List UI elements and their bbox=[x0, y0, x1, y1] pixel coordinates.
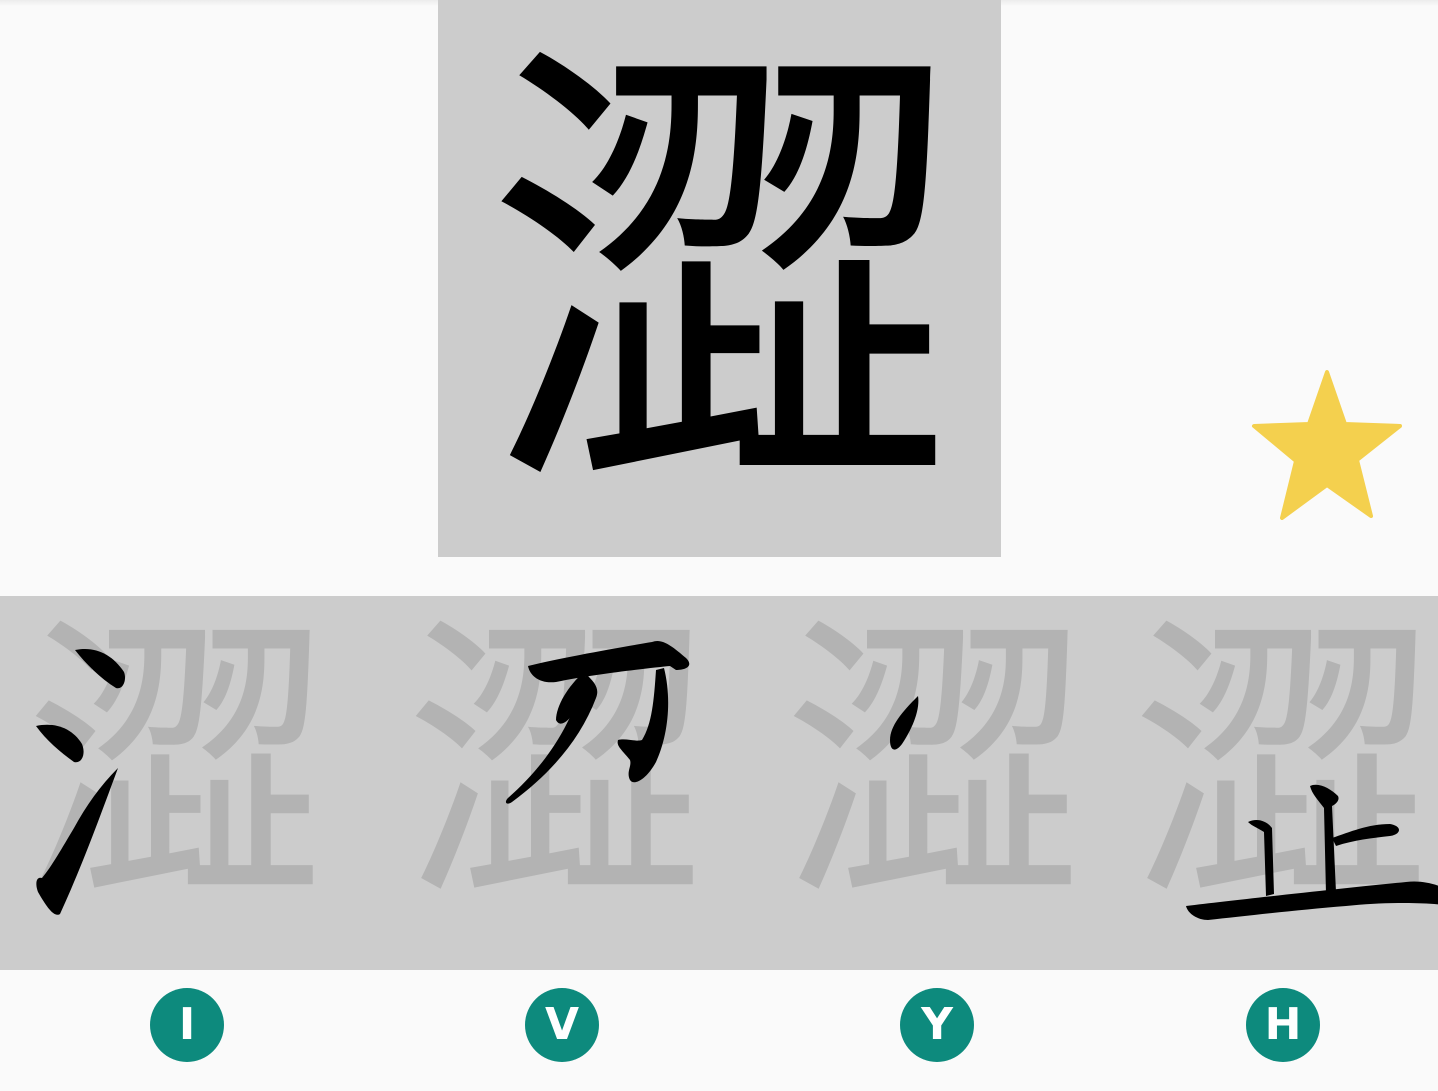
option-badge-4[interactable]: H bbox=[1246, 988, 1320, 1062]
option-badge-1[interactable]: I bbox=[150, 988, 224, 1062]
highlighted-strokes bbox=[1186, 784, 1438, 920]
character-display: 澀 bbox=[438, 0, 1001, 557]
stroke-option-1[interactable]: 澀 bbox=[0, 596, 350, 970]
main-character: 澀 bbox=[484, 4, 955, 552]
highlighted-strokes bbox=[890, 696, 919, 750]
stroke-option-2[interactable]: 澀 bbox=[380, 596, 730, 970]
option-badge-3[interactable]: Y bbox=[900, 988, 974, 1062]
option-badge-2[interactable]: V bbox=[525, 988, 599, 1062]
highlighted-strokes bbox=[36, 648, 126, 915]
stroke-option-4[interactable]: 澀 bbox=[1106, 596, 1438, 970]
stroke-options-strip: 澀 澀 澀 澀 bbox=[0, 596, 1438, 970]
highlighted-strokes bbox=[505, 640, 690, 804]
star-icon[interactable] bbox=[1250, 368, 1404, 520]
stroke-option-3[interactable]: 澀 bbox=[758, 596, 1108, 970]
